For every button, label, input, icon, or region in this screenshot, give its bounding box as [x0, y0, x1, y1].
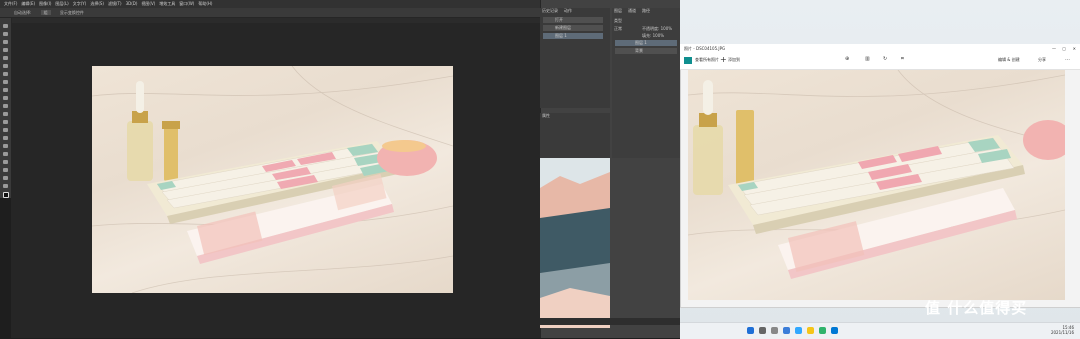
properties-panel: 属性 [540, 113, 610, 158]
gradient-tool-icon[interactable] [3, 120, 8, 124]
history-item[interactable]: 打开 [543, 17, 603, 23]
document-canvas-photo[interactable] [92, 66, 453, 293]
close-icon[interactable]: ✕ [1073, 44, 1076, 53]
opacity-field[interactable]: 不透明度: 100% [642, 26, 672, 32]
shape-tool-icon[interactable] [3, 168, 8, 172]
add-icon[interactable]: + [720, 55, 727, 64]
search-icon[interactable] [759, 327, 766, 334]
menu-item-help[interactable]: 帮助(H) [198, 1, 212, 6]
see-all-photos-button[interactable]: 查看所有照片 [695, 57, 719, 63]
clone-stamp-icon[interactable] [3, 96, 8, 100]
blend-mode-select[interactable]: 正常 [614, 26, 622, 32]
type-tool-icon[interactable] [3, 152, 8, 156]
layers-panel: 图层 通道 路径 类型 正常 不透明度: 100% 填充: 100% 图层 1 … [612, 8, 680, 158]
zoom-tool-icon[interactable] [3, 184, 8, 188]
show-transform-controls[interactable]: 显示变换控件 [60, 10, 84, 15]
gallery-icon[interactable] [684, 57, 692, 64]
photoshop-taskbar-icon[interactable] [795, 327, 802, 334]
navigator-preview [540, 158, 610, 328]
edit-create-button[interactable]: 编辑 & 创建 [998, 57, 1020, 63]
menu-item-file[interactable]: 文件(F) [4, 1, 17, 6]
add-to-button[interactable]: 添加到 [728, 57, 740, 63]
landscape-thumbnail [540, 158, 610, 328]
hand-tool-icon[interactable] [3, 176, 8, 180]
window-title: 照片 - DSC04105.JPG [684, 46, 726, 51]
widgets-icon[interactable] [783, 327, 790, 334]
auto-select-label[interactable]: 自动选择: [14, 10, 31, 15]
more-options-icon[interactable]: … [1065, 56, 1070, 62]
viewer-photo[interactable] [688, 70, 1065, 300]
keyboard-photo [92, 66, 453, 293]
menu-item-select[interactable]: 选择(S) [90, 1, 104, 6]
menu-item-window[interactable]: 窗口(W) [179, 1, 194, 6]
eraser-tool-icon[interactable] [3, 112, 8, 116]
brush-tool-icon[interactable] [3, 88, 8, 92]
eyedropper-tool-icon[interactable] [3, 72, 8, 76]
photos-taskbar-icon[interactable] [831, 327, 838, 334]
keyboard-photo-large [688, 70, 1065, 279]
tab-history[interactable]: 历史记录 [542, 8, 558, 14]
tab-actions[interactable]: 动作 [564, 8, 572, 14]
menu-item-edit[interactable]: 编辑(E) [21, 1, 35, 6]
frame-tool-icon[interactable] [3, 64, 8, 68]
delete-icon[interactable]: ▥ [865, 56, 870, 62]
menu-item-layer[interactable]: 图层(L) [55, 1, 68, 6]
menu-item-filter[interactable]: 滤镜(T) [108, 1, 122, 6]
history-item-selected[interactable]: 图层 1 [543, 33, 603, 39]
photos-title-bar[interactable]: 照片 - DSC04105.JPG — ▢ ✕ [680, 44, 1080, 53]
minimize-icon[interactable]: — [1052, 44, 1056, 53]
clock[interactable]: 15:46 2021/11/16 [1051, 325, 1074, 335]
history-panel: 历史记录 动作 打开 新建图层 图层 1 [540, 8, 610, 108]
crop-tool-icon[interactable] [3, 56, 8, 60]
menu-item-plugins[interactable]: 增效工具 [159, 1, 175, 6]
wechat-icon[interactable] [819, 327, 826, 334]
fill-field[interactable]: 填充: 100% [642, 33, 664, 39]
layer-row-background[interactable]: 背景 [615, 48, 677, 54]
menu-item-image[interactable]: 图像(I) [39, 1, 51, 6]
tab-paths[interactable]: 路径 [642, 8, 650, 14]
start-icon[interactable] [747, 327, 754, 334]
group-select[interactable]: 组 [40, 10, 51, 15]
zoom-in-icon[interactable]: ⊕ [845, 56, 849, 62]
options-bar: 自动选择: 组 显示变换控件 [0, 8, 540, 18]
pen-tool-icon[interactable] [3, 144, 8, 148]
panel-footer-bar [540, 318, 680, 325]
menu-item-view[interactable]: 视图(V) [141, 1, 155, 6]
watermark-text: 值 什么值得买 [925, 299, 1028, 317]
history-item[interactable]: 新建图层 [543, 25, 603, 31]
menu-item-type[interactable]: 文字(Y) [73, 1, 87, 6]
photos-toolbar: 查看所有照片 + 添加到 ⊕ ▥ ↻ ⌗ 编辑 & 创建 分享 … [680, 53, 1080, 70]
lasso-tool-icon[interactable] [3, 40, 8, 44]
path-select-icon[interactable] [3, 160, 8, 164]
layer-kind-filter[interactable]: 类型 [614, 18, 622, 24]
explorer-icon[interactable] [807, 327, 814, 334]
windows-taskbar: 15:46 2021/11/16 [680, 322, 1080, 339]
marquee-tool-icon[interactable] [3, 32, 8, 36]
blur-tool-icon[interactable] [3, 128, 8, 132]
dodge-tool-icon[interactable] [3, 136, 8, 140]
layer-row-layer1[interactable]: 图层 1 [615, 40, 677, 46]
tab-channels[interactable]: 通道 [628, 8, 636, 14]
tab-properties[interactable]: 属性 [542, 113, 550, 119]
move-tool-icon[interactable] [3, 24, 8, 28]
photoshop-menubar: 文件(F) 编辑(E) 图像(I) 图层(L) 文字(Y) 选择(S) 滤镜(T) 3D(D)… [0, 0, 540, 8]
history-brush-icon[interactable] [3, 104, 8, 108]
quick-select-tool-icon[interactable] [3, 48, 8, 52]
share-button[interactable]: 分享 [1038, 57, 1046, 63]
rotate-icon[interactable]: ↻ [883, 56, 887, 62]
task-view-icon[interactable] [771, 327, 778, 334]
maximize-icon[interactable]: ▢ [1062, 44, 1066, 53]
healing-brush-icon[interactable] [3, 80, 8, 84]
color-swatch-icon[interactable] [3, 192, 9, 198]
menu-item-3d[interactable]: 3D(D) [126, 1, 138, 6]
clock-date: 2021/11/16 [1050, 330, 1074, 335]
tab-layers[interactable]: 图层 [614, 8, 622, 14]
crop-icon[interactable]: ⌗ [901, 56, 904, 62]
